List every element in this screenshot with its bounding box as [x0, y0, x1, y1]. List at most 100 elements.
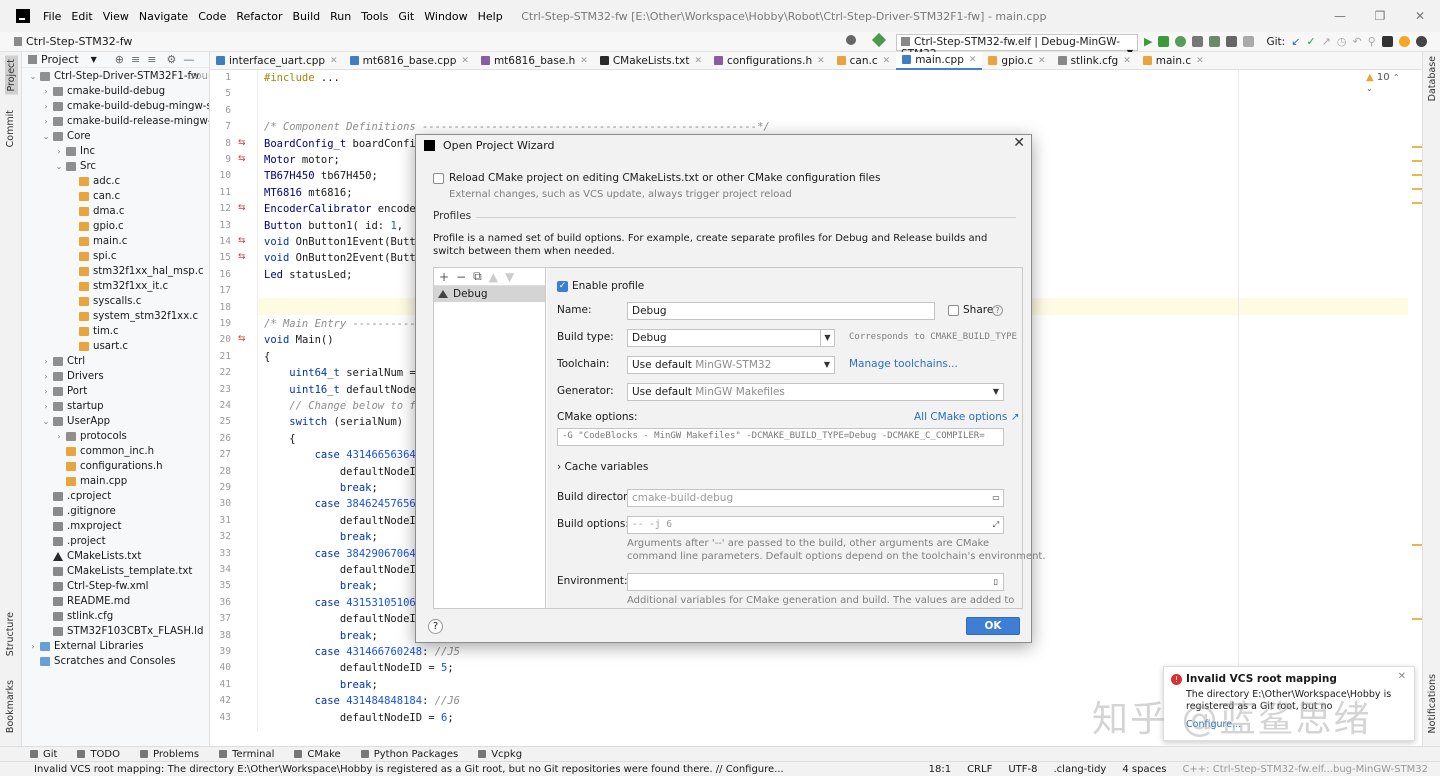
close-tab-icon[interactable]: ✕ — [330, 56, 338, 66]
tree-file[interactable]: README.md — [22, 594, 209, 609]
settings-icon[interactable] — [1415, 36, 1427, 47]
menu-run[interactable]: Run — [325, 10, 356, 23]
git-commit-icon[interactable]: ✓ — [1306, 35, 1315, 48]
collapse-all-icon[interactable]: ≡ — [147, 53, 156, 66]
toolwindow-cmake[interactable]: CMake — [294, 749, 340, 760]
tree-file[interactable]: stm32f1xx_it.c — [22, 279, 209, 294]
close-tab-icon[interactable]: ✕ — [461, 56, 469, 66]
menu-file[interactable]: File — [38, 10, 66, 23]
tab-cmakelists-txt[interactable]: CMakeLists.txt ✕ — [594, 52, 708, 70]
tool-commit[interactable]: Commit — [5, 110, 16, 147]
chevron-right-icon[interactable]: › — [41, 399, 51, 414]
close-tab-icon[interactable]: ✕ — [580, 56, 588, 66]
tab-configurations-h[interactable]: configurations.h ✕ — [708, 52, 831, 70]
chevron-right-icon[interactable]: › — [41, 99, 51, 114]
debug-icon[interactable] — [1158, 36, 1170, 47]
tree-folder[interactable]: ⌄ Ctrl-Step-Driver-STM32F1-fwsourc — [22, 69, 209, 84]
profile-item-debug[interactable]: Debug — [434, 286, 545, 302]
tree-folder[interactable]: › cmake-build-debug-mingw-stm3 — [22, 99, 209, 114]
tree-folder[interactable]: › cmake-build-release-mingw-stm. — [22, 114, 209, 129]
tree-folder[interactable]: ⌄ Core — [22, 129, 209, 144]
manage-toolchains-link[interactable]: Manage toolchains... — [849, 358, 958, 370]
tree-file[interactable]: syscalls.c — [22, 294, 209, 309]
tree-file[interactable]: .gitignore — [22, 504, 209, 519]
profile-icon[interactable] — [1192, 36, 1204, 47]
tree-file[interactable]: gpio.c — [22, 219, 209, 234]
tree-file[interactable]: common_inc.h — [22, 444, 209, 459]
menu-help[interactable]: Help — [473, 10, 508, 23]
close-window-icon[interactable]: ✕ — [1400, 9, 1440, 23]
help-icon[interactable]: ? — [992, 305, 1003, 316]
menu-code[interactable]: Code — [193, 10, 231, 23]
user-icon[interactable] — [846, 35, 856, 45]
tree-file[interactable]: STM32F103CBTx_FLASH.ld — [22, 624, 209, 639]
chevron-right-icon[interactable]: › — [41, 384, 51, 399]
expand-icon[interactable]: ⤢ — [989, 517, 1003, 533]
tab-gpio-c[interactable]: gpio.c ✕ — [982, 52, 1051, 70]
close-tab-icon[interactable]: ✕ — [817, 56, 825, 66]
close-tab-icon[interactable]: ✕ — [1123, 56, 1131, 66]
scroll-marker[interactable] — [1412, 202, 1422, 204]
tree-file[interactable]: CMakeLists_template.txt — [22, 564, 209, 579]
tree-folder[interactable]: ⌄ Src — [22, 159, 209, 174]
chevron-right-icon[interactable]: › — [41, 369, 51, 384]
tree-folder[interactable]: › startup — [22, 399, 209, 414]
git-push-icon[interactable]: ↗ — [1322, 35, 1331, 48]
build-options-input[interactable]: -- -j 6 ⤢ — [627, 516, 1004, 534]
close-icon[interactable]: ✕ — [1013, 135, 1025, 151]
chevron-right-icon[interactable]: › — [41, 114, 51, 129]
run-icon[interactable]: ▶ — [1144, 35, 1152, 48]
tree-folder[interactable]: › Port — [22, 384, 209, 399]
move-up-icon[interactable]: ▲ — [489, 270, 498, 284]
tab-mt6816-base-h[interactable]: mt6816_base.h ✕ — [475, 52, 594, 70]
tree-file[interactable]: .cproject — [22, 489, 209, 504]
navigate-icon[interactable]: ⇆ — [238, 203, 246, 213]
tool-structure[interactable]: Structure — [5, 612, 16, 656]
toolwindow-git[interactable]: Git — [30, 749, 57, 760]
git-update-icon[interactable]: ↙ — [1291, 35, 1300, 48]
tree-folder[interactable]: ⌄ UserApp — [22, 414, 209, 429]
menu-window[interactable]: Window — [419, 10, 472, 23]
chevron-down-icon[interactable]: ⌄ — [41, 414, 51, 429]
history-icon[interactable]: ◷ — [1337, 35, 1347, 48]
tree-file[interactable]: adc.c — [22, 174, 209, 189]
tab-main-c[interactable]: main.c ✕ — [1137, 52, 1210, 70]
target-icon[interactable]: ⊕ — [115, 53, 124, 66]
tool-project[interactable]: Project — [5, 56, 18, 95]
chevron-right-icon[interactable]: › — [54, 144, 64, 159]
status-message[interactable]: Invalid VCS root mapping: The directory … — [0, 764, 929, 775]
tree-file[interactable]: CMakeLists.txt — [22, 549, 209, 564]
close-tab-icon[interactable]: ✕ — [1038, 56, 1046, 66]
reload-cmake-checkbox[interactable] — [433, 173, 444, 184]
cmake-options-input[interactable]: -G "CodeBlocks - MinGW Makefiles" -DCMAK… — [557, 428, 1004, 446]
tree-folder[interactable]: › protocols — [22, 429, 209, 444]
navigate-icon[interactable]: ⇆ — [238, 154, 246, 164]
tab-stlink-cfg[interactable]: stlink.cfg ✕ — [1052, 52, 1137, 70]
expand-all-icon[interactable]: ≡ — [131, 53, 140, 66]
tree-file[interactable]: dma.c — [22, 204, 209, 219]
close-icon[interactable]: ✕ — [1398, 671, 1406, 682]
toolwindow-python-packages[interactable]: Python Packages — [361, 749, 459, 760]
move-down-icon[interactable]: ▼ — [505, 270, 514, 284]
tree-file[interactable]: stlink.cfg — [22, 609, 209, 624]
reload-cmake-label[interactable]: Reload CMake project on editing CMakeLis… — [449, 172, 880, 184]
menu-build[interactable]: Build — [288, 10, 326, 23]
enable-profile-label[interactable]: Enable profile — [572, 280, 644, 292]
chevron-right-icon[interactable]: › — [28, 639, 38, 654]
menu-view[interactable]: View — [98, 10, 134, 23]
inspection-widget[interactable]: ▲ 10 ⌃ ⌄ — [1366, 72, 1408, 94]
scroll-marker[interactable] — [1412, 174, 1422, 176]
stop-icon[interactable] — [1243, 36, 1255, 47]
build-directory-input[interactable]: cmake-build-debug ▭ — [627, 489, 1004, 507]
file-encoding[interactable]: UTF-8 — [1008, 764, 1037, 775]
toolwindow-todo[interactable]: TODO — [77, 749, 120, 760]
scroll-marker[interactable] — [1412, 618, 1422, 620]
remove-icon[interactable]: − — [456, 270, 466, 284]
tab-interface-uart-cpp[interactable]: interface_uart.cpp ✕ — [210, 52, 344, 70]
chevron-down-icon[interactable]: ⌄ — [28, 69, 38, 84]
tree-file[interactable]: usart.c — [22, 339, 209, 354]
tree-file[interactable]: system_stm32f1xx.c — [22, 309, 209, 324]
close-tab-icon[interactable]: ✕ — [1196, 56, 1204, 66]
tree-file[interactable]: main.c — [22, 234, 209, 249]
run-configuration-select[interactable]: Ctrl-Step-STM32-fw.elf | Debug-MinGW-STM… — [896, 34, 1138, 60]
